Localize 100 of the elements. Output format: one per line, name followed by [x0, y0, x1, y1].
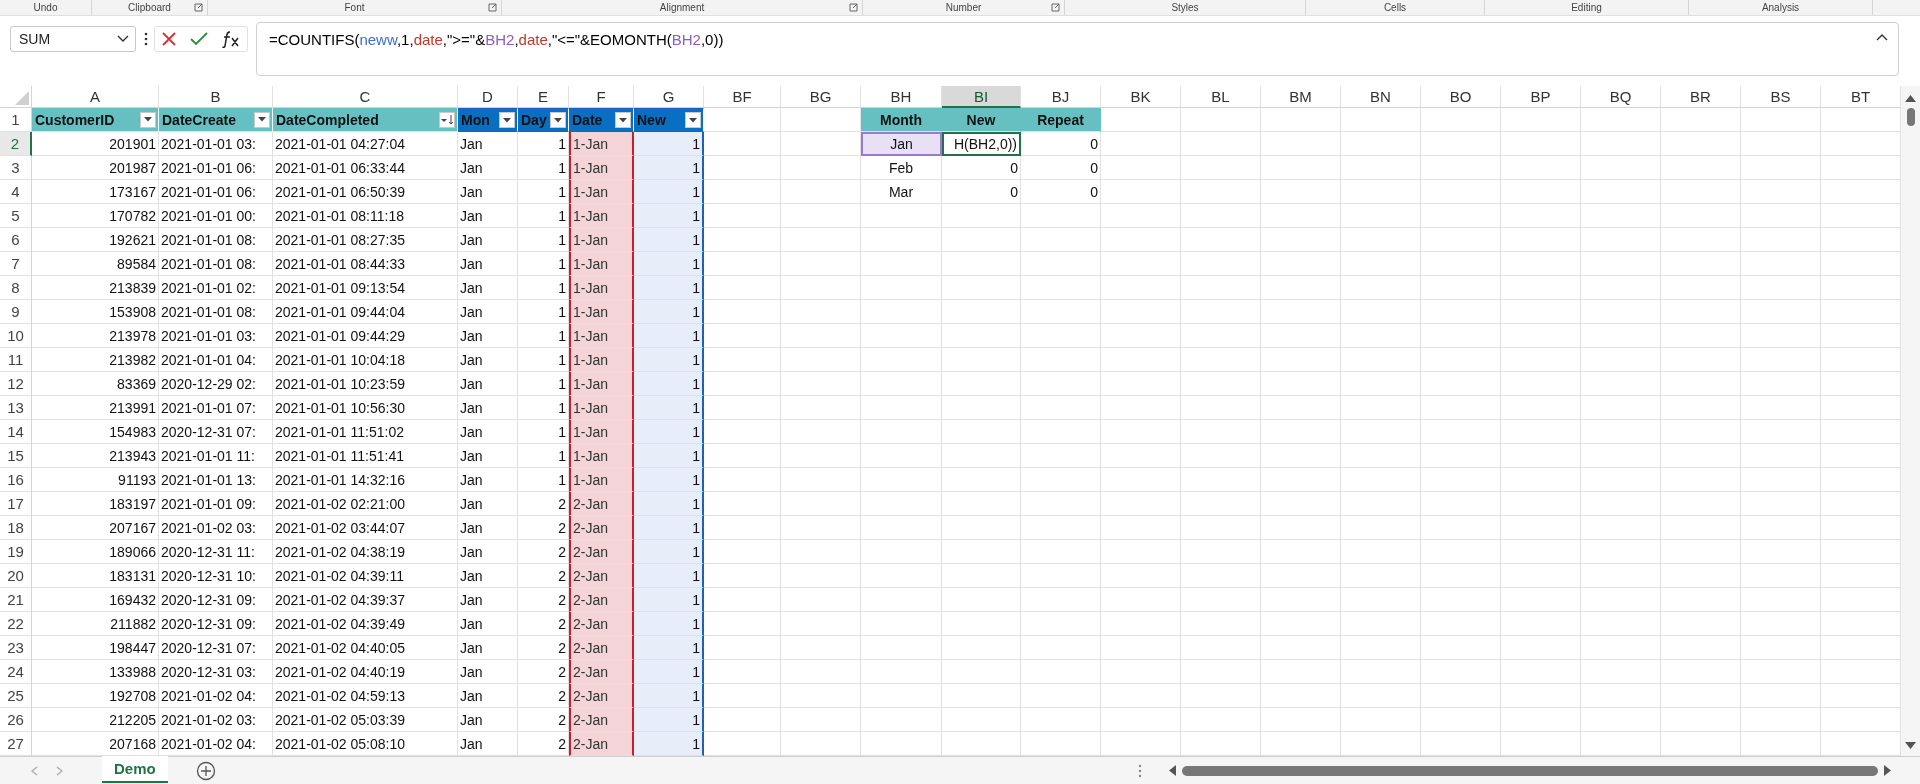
column-header[interactable]: BG: [781, 86, 861, 108]
empty-cell[interactable]: [1181, 204, 1261, 228]
empty-cell[interactable]: [781, 324, 861, 348]
empty-cell[interactable]: [1101, 468, 1181, 492]
empty-cell[interactable]: [1501, 108, 1581, 132]
empty-cell[interactable]: [1661, 468, 1741, 492]
empty-cell[interactable]: [1021, 540, 1101, 564]
empty-cell[interactable]: [1261, 276, 1341, 300]
empty-cell[interactable]: [781, 420, 861, 444]
empty-cell[interactable]: [781, 612, 861, 636]
filter-button[interactable]: [254, 111, 270, 128]
empty-cell[interactable]: [1741, 252, 1821, 276]
empty-cell[interactable]: [1741, 108, 1821, 132]
empty-cell[interactable]: [1261, 132, 1341, 156]
row-number[interactable]: 14: [0, 420, 32, 444]
empty-cell[interactable]: [861, 588, 942, 612]
empty-cell[interactable]: [1501, 708, 1581, 732]
empty-cell[interactable]: [1341, 276, 1421, 300]
empty-cell[interactable]: [1661, 252, 1741, 276]
empty-cell[interactable]: [1021, 204, 1101, 228]
empty-cell[interactable]: [1741, 420, 1821, 444]
column-header[interactable]: BQ: [1581, 86, 1661, 108]
empty-cell[interactable]: [1501, 588, 1581, 612]
empty-cell[interactable]: [1581, 324, 1661, 348]
empty-cell[interactable]: [1661, 372, 1741, 396]
empty-cell[interactable]: [1421, 684, 1501, 708]
empty-cell[interactable]: [1341, 636, 1421, 660]
empty-cell[interactable]: [1101, 204, 1181, 228]
empty-cell[interactable]: [861, 708, 942, 732]
empty-cell[interactable]: [1661, 276, 1741, 300]
empty-cell[interactable]: [861, 684, 942, 708]
empty-cell[interactable]: [1501, 444, 1581, 468]
empty-cell[interactable]: [1181, 420, 1261, 444]
sheet-tab[interactable]: Demo: [102, 756, 168, 783]
empty-cell[interactable]: [781, 444, 861, 468]
empty-cell[interactable]: [1741, 492, 1821, 516]
empty-cell[interactable]: [1021, 348, 1101, 372]
row-number[interactable]: 17: [0, 492, 32, 516]
empty-cell[interactable]: [1021, 252, 1101, 276]
empty-cell[interactable]: [1661, 348, 1741, 372]
filter-button[interactable]: [615, 112, 631, 128]
empty-cell[interactable]: [781, 684, 861, 708]
empty-cell[interactable]: [861, 468, 942, 492]
empty-cell[interactable]: [1101, 492, 1181, 516]
empty-cell[interactable]: [1101, 444, 1181, 468]
empty-cell[interactable]: [781, 636, 861, 660]
empty-cell[interactable]: [1741, 588, 1821, 612]
empty-cell[interactable]: [1021, 444, 1101, 468]
empty-cell[interactable]: [1421, 396, 1501, 420]
empty-cell[interactable]: [781, 468, 861, 492]
empty-cell[interactable]: [1101, 564, 1181, 588]
empty-cell[interactable]: [1661, 684, 1741, 708]
row-number[interactable]: 12: [0, 372, 32, 396]
empty-cell[interactable]: [1581, 348, 1661, 372]
check-icon[interactable]: [190, 31, 208, 47]
row-number[interactable]: 13: [0, 396, 32, 420]
empty-cell[interactable]: [1661, 636, 1741, 660]
empty-cell[interactable]: [1261, 348, 1341, 372]
empty-cell[interactable]: [1101, 396, 1181, 420]
empty-cell[interactable]: [1261, 660, 1341, 684]
scroll-up-icon[interactable]: [1905, 94, 1916, 102]
empty-cell[interactable]: [1101, 300, 1181, 324]
empty-cell[interactable]: [1261, 516, 1341, 540]
dialog-launcher-icon[interactable]: [194, 3, 203, 12]
empty-cell[interactable]: [1421, 636, 1501, 660]
empty-cell[interactable]: [1341, 420, 1421, 444]
empty-cell[interactable]: [1501, 252, 1581, 276]
empty-cell[interactable]: [1261, 108, 1341, 132]
empty-cell[interactable]: [1581, 396, 1661, 420]
empty-cell[interactable]: [1741, 324, 1821, 348]
empty-cell[interactable]: [1101, 588, 1181, 612]
more-options-icon[interactable]: [144, 32, 148, 46]
empty-cell[interactable]: [1421, 300, 1501, 324]
empty-cell[interactable]: [781, 276, 861, 300]
row-number[interactable]: 8: [0, 276, 32, 300]
empty-cell[interactable]: [1101, 708, 1181, 732]
empty-cell[interactable]: [1581, 276, 1661, 300]
filter-button[interactable]: [550, 112, 566, 128]
empty-cell[interactable]: [942, 516, 1021, 540]
empty-cell[interactable]: [1661, 420, 1741, 444]
name-box[interactable]: SUM: [10, 26, 136, 52]
empty-cell[interactable]: [1181, 492, 1261, 516]
empty-cell[interactable]: [1421, 108, 1501, 132]
empty-cell[interactable]: [1181, 180, 1261, 204]
empty-cell[interactable]: [1581, 132, 1661, 156]
empty-cell[interactable]: [1661, 516, 1741, 540]
empty-cell[interactable]: [1021, 228, 1101, 252]
scroll-thumb[interactable]: [1906, 108, 1915, 126]
empty-cell[interactable]: [1421, 708, 1501, 732]
empty-cell[interactable]: [942, 228, 1021, 252]
empty-cell[interactable]: [1581, 228, 1661, 252]
empty-cell[interactable]: [1661, 612, 1741, 636]
empty-cell[interactable]: [1261, 252, 1341, 276]
empty-cell[interactable]: [1741, 660, 1821, 684]
empty-cell[interactable]: [1581, 636, 1661, 660]
empty-cell[interactable]: [1421, 516, 1501, 540]
empty-cell[interactable]: [1101, 636, 1181, 660]
empty-cell[interactable]: [1661, 132, 1741, 156]
empty-cell[interactable]: [1581, 108, 1661, 132]
empty-cell[interactable]: [1101, 660, 1181, 684]
